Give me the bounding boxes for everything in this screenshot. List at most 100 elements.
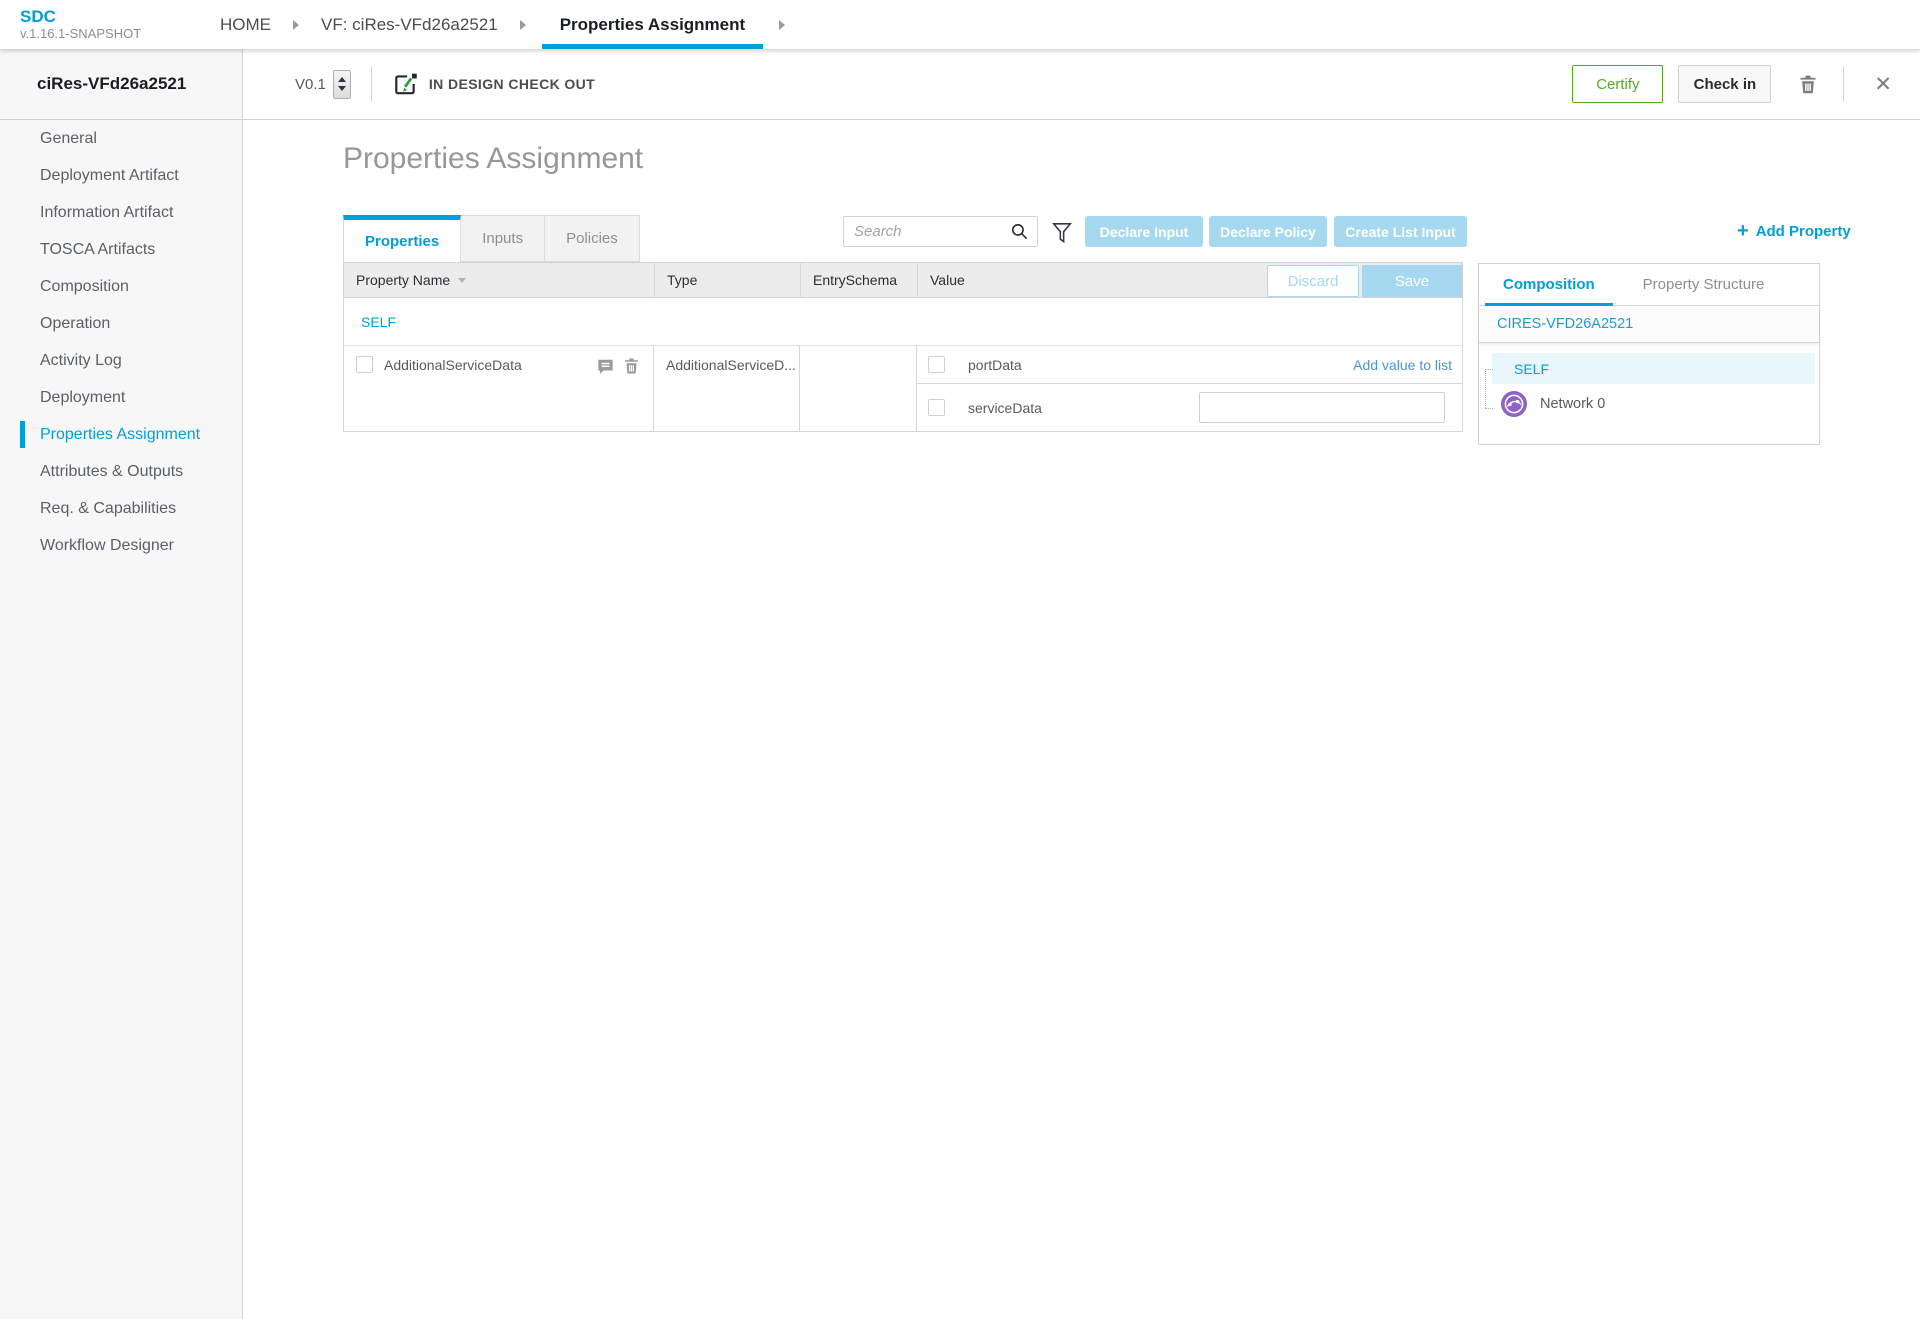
app-version: v.1.16.1-SNAPSHOT (20, 26, 142, 41)
filter-funnel-icon (1052, 223, 1072, 244)
declare-policy-button[interactable]: Declare Policy (1209, 216, 1327, 247)
search-input[interactable] (854, 223, 1010, 240)
stepper-down-icon[interactable] (337, 86, 346, 91)
property-entryschema-cell (800, 346, 917, 431)
property-name-cell: AdditionalServiceData (344, 346, 654, 431)
resource-name-title: ciRes-VFd26a2521 (0, 49, 242, 120)
property-value-cell: portData Add value to list serviceData (917, 346, 1462, 431)
create-list-input-button[interactable]: Create List Input (1334, 216, 1467, 247)
close-button[interactable]: ✕ (1870, 68, 1896, 101)
sidebar-item-tosca-artifacts[interactable]: TOSCA Artifacts (0, 231, 242, 268)
chevron-right-icon (519, 19, 526, 30)
add-value-to-list-link[interactable]: Add value to list (1353, 357, 1452, 373)
network-node-icon (1501, 391, 1527, 417)
column-header-type[interactable]: Type (655, 263, 801, 297)
tree-connector (1485, 408, 1493, 409)
top-nav: SDC v.1.16.1-SNAPSHOT HOME VF: ciRes-VFd… (0, 0, 1920, 49)
add-property-button[interactable]: + Add Property (1737, 220, 1851, 242)
value-row-portdata: portData Add value to list (917, 346, 1462, 384)
certify-button[interactable]: Certify (1572, 65, 1664, 103)
sidebar-item-general[interactable]: General (0, 120, 242, 157)
row-icons (596, 356, 641, 376)
property-type-cell: AdditionalServiceD... (654, 346, 800, 431)
property-name-label: AdditionalServiceData (384, 357, 522, 373)
declare-input-button[interactable]: Declare Input (1085, 216, 1203, 247)
properties-tabs: Properties Inputs Policies (343, 215, 640, 262)
servicedata-value-input[interactable] (1199, 392, 1445, 423)
check-in-button[interactable]: Check in (1678, 65, 1772, 103)
component-name-row[interactable]: CIRES-VFD26A2521 (1479, 306, 1819, 343)
breadcrumb-vf[interactable]: VF: ciRes-VFd26a2521 (315, 0, 504, 49)
plus-icon: + (1737, 220, 1749, 242)
toolbar-divider (370, 66, 372, 102)
column-header-property-name[interactable]: Property Name (344, 263, 655, 297)
tab-properties[interactable]: Properties (343, 215, 462, 262)
add-property-label: Add Property (1755, 222, 1851, 240)
table-group-self[interactable]: SELF (344, 298, 1462, 346)
servicedata-checkbox[interactable] (928, 399, 945, 416)
table-row: AdditionalServiceData AdditionalServiceD… (344, 346, 1462, 431)
sidebar-item-activity-log[interactable]: Activity Log (0, 342, 242, 379)
toolbar-actions: Certify Check in ✕ (1572, 65, 1896, 103)
save-button[interactable]: Save (1362, 265, 1462, 297)
sidebar-item-deployment-artifact[interactable]: Deployment Artifact (0, 157, 242, 194)
tab-policies[interactable]: Policies (545, 215, 640, 262)
sidebar-item-composition[interactable]: Composition (0, 268, 242, 305)
tab-composition[interactable]: Composition (1485, 264, 1613, 306)
page-title: Properties Assignment (343, 142, 644, 175)
lifecycle-state-label: IN DESIGN CHECK OUT (428, 76, 596, 92)
filter-button[interactable] (1049, 218, 1075, 251)
delete-version-button[interactable] (1793, 69, 1823, 100)
version-stepper[interactable] (332, 69, 351, 99)
sidebar: ciRes-VFd26a2521 General Deployment Arti… (0, 49, 243, 1319)
lifecycle-state: IN DESIGN CHECK OUT (392, 71, 595, 97)
tree-node-self[interactable]: SELF (1492, 353, 1815, 384)
sidebar-item-properties-assignment[interactable]: Properties Assignment (0, 416, 242, 453)
portdata-checkbox[interactable] (928, 356, 945, 373)
composition-panel: Composition Property Structure CIRES-VFD… (1478, 263, 1820, 445)
tree-connector (1485, 369, 1493, 370)
app-logo[interactable]: SDC v.1.16.1-SNAPSHOT (0, 0, 214, 49)
properties-table: Property Name Type EntrySchema Value Dis… (343, 262, 1463, 432)
tree-node-network[interactable]: Network 0 (1501, 391, 1819, 417)
sidebar-item-deployment[interactable]: Deployment (0, 379, 242, 416)
sidebar-item-attributes-outputs[interactable]: Attributes & Outputs (0, 453, 242, 490)
search-box (843, 216, 1038, 247)
breadcrumb-properties-assignment[interactable]: Properties Assignment (541, 0, 764, 49)
trash-icon (1800, 75, 1816, 93)
tab-inputs[interactable]: Inputs (461, 215, 546, 262)
composition-panel-tabs: Composition Property Structure (1479, 264, 1819, 306)
search-icon[interactable] (1010, 222, 1029, 241)
sidebar-item-information-artifact[interactable]: Information Artifact (0, 194, 242, 231)
main-content: Properties Assignment Properties Inputs … (243, 120, 1920, 1319)
discard-button[interactable]: Discard (1267, 265, 1359, 297)
delete-property-icon[interactable] (622, 356, 641, 376)
sidebar-item-operation[interactable]: Operation (0, 305, 242, 342)
property-checkbox[interactable] (356, 356, 373, 373)
stepper-up-icon[interactable] (337, 77, 346, 82)
in-design-icon (395, 73, 417, 95)
sidebar-item-workflow-designer[interactable]: Workflow Designer (0, 527, 242, 564)
table-header: Property Name Type EntrySchema Value Dis… (343, 262, 1463, 298)
sort-arrow-icon (458, 277, 467, 283)
tab-property-structure[interactable]: Property Structure (1641, 264, 1767, 305)
close-icon: ✕ (1874, 72, 1892, 96)
value-row-servicedata: serviceData (917, 384, 1462, 431)
network-node-label: Network 0 (1540, 396, 1606, 412)
breadcrumb: HOME VF: ciRes-VFd26a2521 Properties Ass… (214, 0, 801, 49)
comment-icon[interactable] (596, 357, 615, 376)
app-logo-text: SDC (20, 7, 56, 26)
servicedata-label: serviceData (968, 399, 1042, 416)
version-toolbar: V0.1 IN DESIGN CHECK OUT Certify Check i… (243, 49, 1920, 120)
tree-connector (1485, 369, 1486, 408)
active-tab-underline (541, 44, 764, 49)
sidebar-item-req-capabilities[interactable]: Req. & Capabilities (0, 490, 242, 527)
chevron-right-icon (293, 19, 299, 30)
toolbar-divider (1843, 66, 1845, 102)
composition-tree: SELF Network 0 (1479, 343, 1819, 417)
chevron-right-icon (779, 19, 786, 30)
breadcrumb-home[interactable]: HOME (214, 0, 277, 49)
table-body: SELF AdditionalServiceData AdditionalSer… (343, 298, 1463, 432)
breadcrumb-active-label: Properties Assignment (559, 14, 746, 34)
column-header-entryschema[interactable]: EntrySchema (801, 263, 918, 297)
